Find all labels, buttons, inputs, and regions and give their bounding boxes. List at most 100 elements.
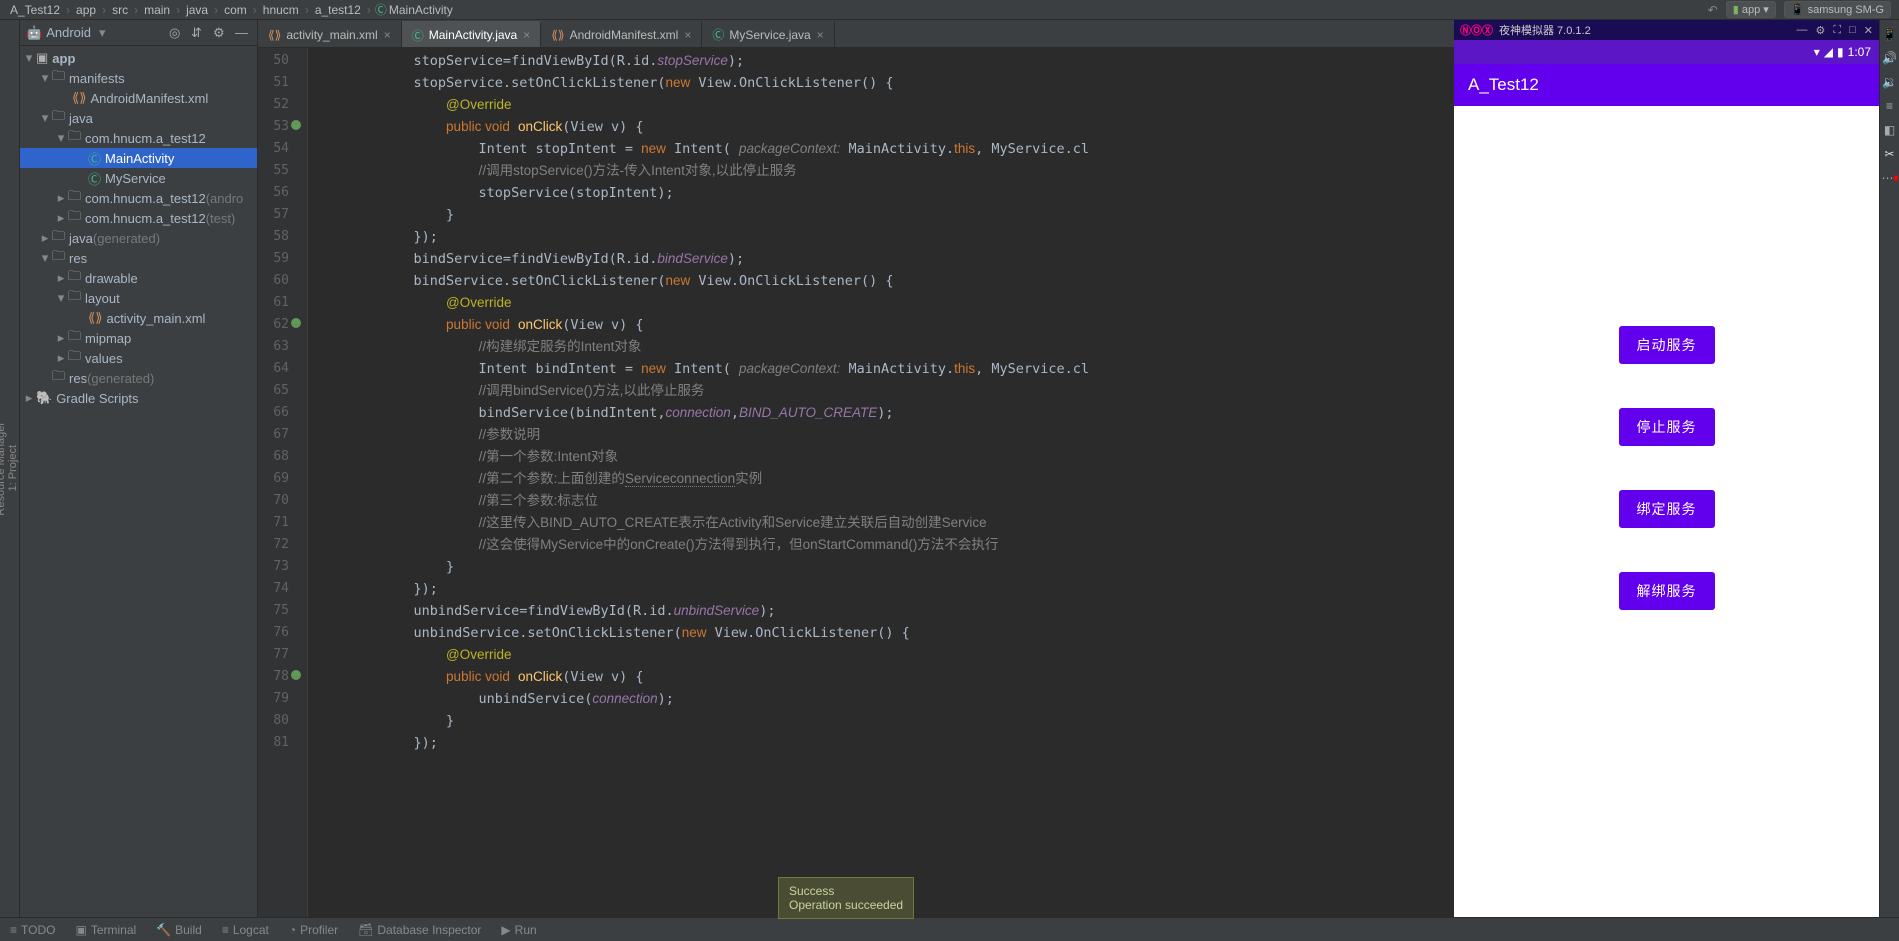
class-icon: Ⓒ bbox=[375, 1, 387, 18]
tree-manifest-file[interactable]: ⟪⟫AndroidManifest.xml bbox=[20, 88, 257, 108]
scissors-icon[interactable]: ✂ bbox=[1882, 146, 1898, 162]
gear-icon[interactable]: ⚙ bbox=[1816, 24, 1826, 37]
breadcrumb-item[interactable]: com bbox=[224, 3, 247, 17]
project-view-selector[interactable]: 🤖 Android ▾ bbox=[26, 25, 106, 41]
close-icon[interactable]: × bbox=[384, 28, 391, 42]
success-popup: Success Operation succeeded bbox=[778, 877, 914, 919]
android-icon: 🤖 bbox=[26, 25, 42, 41]
gear-icon[interactable]: ⚙ bbox=[213, 25, 229, 41]
bind-service-button[interactable]: 绑定服务 bbox=[1619, 490, 1715, 528]
speaker-icon[interactable]: 🔊 bbox=[1882, 50, 1898, 66]
tree-module-app[interactable]: ▾▣app bbox=[20, 48, 257, 68]
breadcrumb-item[interactable]: java bbox=[186, 3, 208, 17]
unbind-service-button[interactable]: 解绑服务 bbox=[1619, 572, 1715, 610]
menu-icon[interactable]: ≡ bbox=[1882, 98, 1898, 114]
maximize-icon[interactable]: □ bbox=[1849, 24, 1856, 37]
tree-res-generated[interactable]: 🗀res (generated) bbox=[20, 368, 257, 388]
project-panel-header: 🤖 Android ▾ ◎ ⇵ ⚙ — bbox=[20, 20, 257, 46]
fullscreen-icon[interactable]: ⛶ bbox=[1833, 24, 1841, 37]
run-tool-tab[interactable]: ▶ Run bbox=[501, 923, 536, 937]
logcat-tool-tab[interactable]: ≡ Logcat bbox=[222, 923, 269, 937]
emulator-app-bar: A_Test12 bbox=[1454, 64, 1879, 106]
editor-tabs-bar: ⟪⟫activity_main.xml× ⒸMainActivity.java×… bbox=[258, 20, 1454, 48]
project-tool-tab[interactable]: 1: Project bbox=[7, 435, 19, 501]
collapse-all-icon[interactable]: ⇵ bbox=[191, 25, 207, 41]
close-icon[interactable]: × bbox=[684, 28, 691, 42]
class-icon: Ⓒ bbox=[412, 27, 424, 44]
signal-icon: ◢ bbox=[1824, 45, 1833, 59]
resource-manager-tool-tab[interactable]: Resource Manager bbox=[0, 412, 7, 526]
right-tool-strip: 📱 🔊 🔉 ≡ ◧ ✂ ⋯ bbox=[1879, 20, 1899, 917]
breadcrumb-item[interactable]: a_test12 bbox=[315, 3, 361, 17]
tree-manifests[interactable]: ▾🗀manifests bbox=[20, 68, 257, 88]
back-arrow-icon[interactable]: ↶ bbox=[1708, 3, 1718, 17]
emulator-panel: ⓃⓄⓍ 夜神模拟器 7.0.1.2 — ⚙ ⛶ □ ✕ ▾ ◢ ▮ 1:07 A… bbox=[1454, 20, 1879, 917]
tree-layout-file[interactable]: ⟪⟫activity_main.xml bbox=[20, 308, 257, 328]
select-opened-file-icon[interactable]: ◎ bbox=[169, 25, 185, 41]
wifi-icon: ▾ bbox=[1814, 45, 1820, 59]
device-select[interactable]: 📱 samsung SM-G bbox=[1784, 1, 1891, 18]
class-icon: Ⓒ bbox=[712, 26, 724, 43]
editor-tab[interactable]: ⟪⟫AndroidManifest.xml× bbox=[541, 21, 702, 47]
close-icon[interactable]: × bbox=[817, 28, 824, 42]
close-icon[interactable]: × bbox=[523, 28, 530, 42]
editor-tab[interactable]: ⟪⟫activity_main.xml× bbox=[258, 21, 402, 47]
emulator-status-bar: ▾ ◢ ▮ 1:07 bbox=[1454, 40, 1879, 64]
phone-icon[interactable]: 📱 bbox=[1882, 26, 1898, 42]
todo-tool-tab[interactable]: ≡ TODO bbox=[10, 923, 55, 937]
tree-mainactivity[interactable]: ⒸMainActivity bbox=[20, 148, 257, 168]
popup-title: Success bbox=[789, 884, 903, 898]
tree-java-generated[interactable]: ▸🗀java (generated) bbox=[20, 228, 257, 248]
xml-icon: ⟪⟫ bbox=[268, 28, 281, 42]
hide-icon[interactable]: — bbox=[235, 25, 251, 41]
code-editor[interactable]: 50 51 52 53 54 55 56 57 58 59 60 61 62 6… bbox=[258, 48, 1454, 917]
breadcrumb-item[interactable]: app bbox=[76, 3, 96, 17]
stop-service-button[interactable]: 停止服务 bbox=[1619, 408, 1715, 446]
start-service-button[interactable]: 启动服务 bbox=[1619, 326, 1715, 364]
tree-drawable[interactable]: ▸🗀drawable bbox=[20, 268, 257, 288]
tree-values[interactable]: ▸🗀values bbox=[20, 348, 257, 368]
tree-myservice[interactable]: ⒸMyService bbox=[20, 168, 257, 188]
minimize-icon[interactable]: — bbox=[1797, 24, 1808, 37]
tree-gradle-scripts[interactable]: ▸🐘Gradle Scripts bbox=[20, 388, 257, 408]
breadcrumb-item[interactable]: MainActivity bbox=[389, 3, 453, 17]
breadcrumb-item[interactable]: A_Test12 bbox=[10, 3, 60, 17]
chevron-down-icon: ▾ bbox=[99, 25, 106, 41]
editor-tab[interactable]: ⒸMyService.java× bbox=[702, 21, 834, 47]
profiler-tool-tab[interactable]: ◔ Profiler bbox=[289, 923, 338, 937]
emulator-app-body: 启动服务 停止服务 绑定服务 解绑服务 bbox=[1454, 106, 1879, 917]
breadcrumb-bar: A_Test12› app› src› main› java› com› hnu… bbox=[0, 0, 1899, 20]
more-icon[interactable]: ⋯ bbox=[1882, 170, 1898, 186]
tree-package-androidtest[interactable]: ▸🗀com.hnucm.a_test12 (andro bbox=[20, 188, 257, 208]
code-content[interactable]: stopService=findViewById(R.id.stopServic… bbox=[308, 48, 1454, 917]
breadcrumb-item[interactable]: src bbox=[112, 3, 128, 17]
line-gutter[interactable]: 50 51 52 53 54 55 56 57 58 59 60 61 62 6… bbox=[258, 48, 308, 917]
build-tool-tab[interactable]: 🔨 Build bbox=[156, 923, 202, 937]
editor-tab[interactable]: ⒸMainActivity.java× bbox=[402, 21, 542, 47]
camera-icon[interactable]: ◧ bbox=[1882, 122, 1898, 138]
add-volume-icon[interactable]: 🔉 bbox=[1882, 74, 1898, 90]
db-inspector-tool-tab[interactable]: 🗃 Database Inspector bbox=[358, 923, 481, 937]
tree-java[interactable]: ▾🗀java bbox=[20, 108, 257, 128]
xml-icon: ⟪⟫ bbox=[551, 28, 564, 42]
terminal-tool-tab[interactable]: ▣ Terminal bbox=[75, 923, 136, 937]
close-icon[interactable]: ✕ bbox=[1864, 24, 1873, 37]
editor-column: ⟪⟫activity_main.xml× ⒸMainActivity.java×… bbox=[258, 20, 1454, 917]
popup-message: Operation succeeded bbox=[789, 898, 903, 912]
tree-package[interactable]: ▾🗀com.hnucm.a_test12 bbox=[20, 128, 257, 148]
emulator-window-title: 夜神模拟器 7.0.1.2 bbox=[1499, 22, 1591, 38]
bottom-tool-bar: ≡ TODO ▣ Terminal 🔨 Build ≡ Logcat ◔ Pro… bbox=[0, 917, 1899, 941]
emulator-logo: ⓃⓄⓍ bbox=[1460, 22, 1493, 38]
clock-text: 1:07 bbox=[1848, 45, 1871, 59]
breadcrumb-item[interactable]: hnucm bbox=[263, 3, 299, 17]
battery-icon: ▮ bbox=[1837, 45, 1844, 59]
project-tree[interactable]: ▾▣app ▾🗀manifests ⟪⟫AndroidManifest.xml … bbox=[20, 46, 257, 410]
tree-package-test[interactable]: ▸🗀com.hnucm.a_test12 (test) bbox=[20, 208, 257, 228]
app-title: A_Test12 bbox=[1468, 75, 1539, 95]
tree-mipmap[interactable]: ▸🗀mipmap bbox=[20, 328, 257, 348]
tree-layout[interactable]: ▾🗀layout bbox=[20, 288, 257, 308]
breadcrumb-item[interactable]: main bbox=[144, 3, 170, 17]
project-panel: 🤖 Android ▾ ◎ ⇵ ⚙ — ▾▣app ▾🗀manifests ⟪⟫… bbox=[20, 20, 258, 917]
tree-res[interactable]: ▾🗀res bbox=[20, 248, 257, 268]
run-config-select[interactable]: ▮ app ▾ bbox=[1726, 1, 1776, 18]
